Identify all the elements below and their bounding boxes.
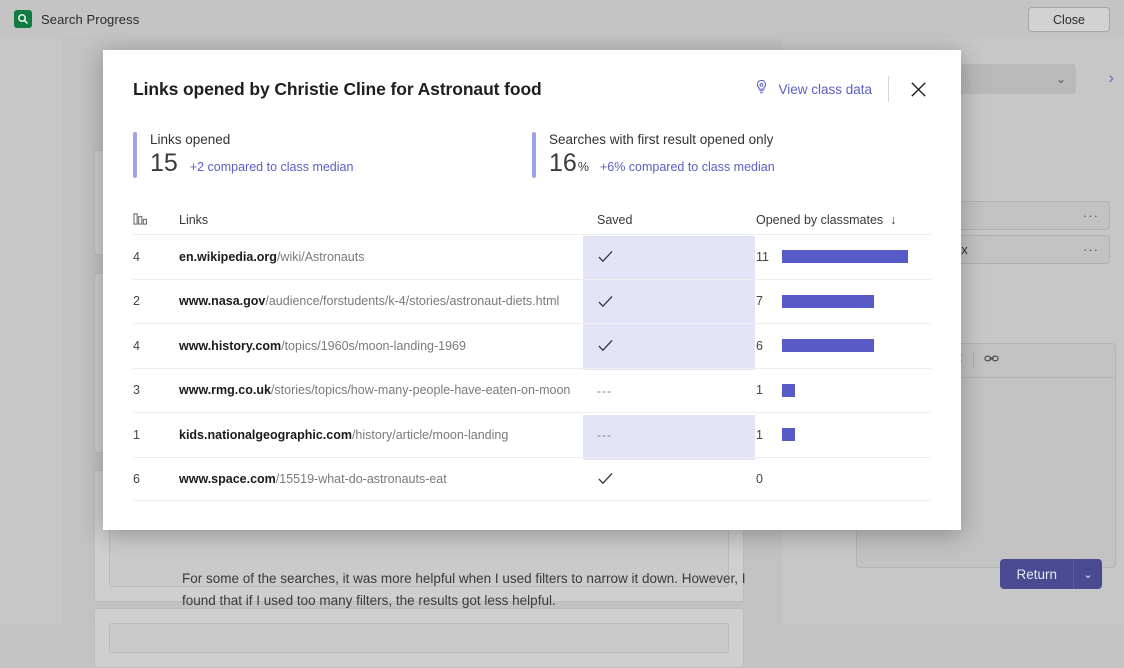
dialog-header: Links opened by Christie Cline for Astro…: [103, 50, 961, 102]
cell-link-url[interactable]: www.history.com/topics/1960s/moon-landin…: [179, 339, 584, 353]
cell-opened-by-classmates: 1: [756, 428, 931, 442]
opened-count-bar: [782, 339, 874, 352]
opened-count-value: 1: [756, 428, 782, 442]
cell-saved-empty: ---: [597, 384, 612, 398]
table-body: 4en.wikipedia.org/wiki/Astronauts112www.…: [133, 234, 931, 501]
checkmark-icon: [597, 294, 614, 309]
next-student-arrow-icon[interactable]: ›: [1108, 68, 1114, 88]
stat-value: 16: [549, 149, 577, 178]
table-row[interactable]: 4en.wikipedia.org/wiki/Astronauts 11: [133, 234, 931, 279]
cell-opened-by-classmates: 7: [756, 294, 931, 308]
cell-link-url[interactable]: en.wikipedia.org/wiki/Astronauts: [179, 250, 584, 264]
table-row[interactable]: 2www.nasa.gov/audience/forstudents/k-4/s…: [133, 279, 931, 324]
stat-value-line: 15 +2 compared to class median: [150, 149, 353, 178]
view-class-data-label: View class data: [778, 82, 872, 97]
stat-delta: +6% compared to class median: [600, 160, 775, 174]
opened-count-value: 1: [756, 383, 782, 397]
stat-first-result-only: Searches with first result opened only 1…: [532, 132, 931, 178]
opened-count-bar: [782, 384, 795, 397]
table-header-row: Links Saved Opened by classmates ↓: [133, 206, 931, 234]
column-header-open-count[interactable]: [133, 212, 179, 228]
cell-saved: [584, 249, 756, 264]
stat-value-line: 16 % +6% compared to class median: [549, 149, 775, 178]
table-row[interactable]: 4www.history.com/topics/1960s/moon-landi…: [133, 323, 931, 368]
stat-unit: %: [578, 160, 589, 174]
background-card-inner: [109, 623, 729, 653]
cell-opened-by-classmates: 0: [756, 472, 931, 486]
stat-body: Searches with first result opened only 1…: [536, 132, 775, 178]
column-header-opened-label: Opened by classmates: [756, 213, 883, 227]
table-row[interactable]: 6www.space.com/15519-what-do-astronauts-…: [133, 457, 931, 502]
stat-links-opened: Links opened 15 +2 compared to class med…: [133, 132, 532, 178]
sort-descending-icon: ↓: [890, 213, 896, 227]
cell-saved-empty: ---: [597, 428, 612, 442]
cell-link-url[interactable]: www.nasa.gov/audience/forstudents/k-4/st…: [179, 294, 584, 308]
opened-count-value: 11: [756, 250, 782, 264]
column-header-opened[interactable]: Opened by classmates ↓: [756, 213, 931, 227]
lightbulb-insights-icon: [754, 79, 769, 99]
stat-value: 15: [150, 149, 178, 178]
stat-label: Links opened: [150, 132, 353, 147]
opened-count-value: 7: [756, 294, 782, 308]
cell-saved: [584, 338, 756, 353]
window-title: Search Progress: [41, 12, 139, 27]
titlebar-left: Search Progress: [14, 10, 139, 28]
checkmark-icon: [597, 338, 614, 353]
summary-stats: Links opened 15 +2 compared to class med…: [133, 132, 931, 178]
column-header-saved[interactable]: Saved: [584, 213, 756, 227]
return-button-label: Return: [1000, 559, 1074, 589]
cell-saved: ---: [584, 383, 756, 398]
more-options-icon[interactable]: ···: [1083, 242, 1099, 257]
more-options-icon[interactable]: ···: [1083, 208, 1099, 223]
cell-opened-by-classmates: 6: [756, 339, 931, 353]
checkmark-icon: [597, 471, 614, 486]
stat-body: Links opened 15 +2 compared to class med…: [137, 132, 353, 178]
column-header-links[interactable]: Links: [179, 213, 584, 227]
window-titlebar: Search Progress Close: [0, 0, 1124, 38]
background-card: [94, 608, 744, 668]
cell-open-count: 6: [133, 472, 179, 486]
link-icon[interactable]: [983, 351, 1000, 371]
dialog-title: Links opened by Christie Cline for Astro…: [133, 79, 542, 100]
stat-delta: +2 compared to class median: [190, 160, 354, 174]
cell-opened-by-classmates: 11: [756, 250, 931, 264]
cell-open-count: 4: [133, 250, 179, 264]
toolbar-divider: [973, 352, 974, 369]
cell-link-url[interactable]: www.space.com/15519-what-do-astronauts-e…: [179, 472, 584, 486]
header-divider: [888, 76, 889, 102]
return-button[interactable]: Return ⌄: [1000, 559, 1102, 589]
cell-open-count: 1: [133, 428, 179, 442]
search-icon: [14, 10, 32, 28]
student-reflection-text: For some of the searches, it was more he…: [182, 568, 782, 612]
stat-label: Searches with first result opened only: [549, 132, 775, 147]
cell-link-url[interactable]: kids.nationalgeographic.com/history/arti…: [179, 428, 584, 442]
cell-link-url[interactable]: www.rmg.co.uk/stories/topics/how-many-pe…: [179, 383, 584, 397]
bar-chart-icon: [133, 212, 148, 228]
chevron-down-icon: ⌄: [1056, 72, 1066, 86]
cell-opened-by-classmates: 1: [756, 383, 931, 397]
opened-count-bar: [782, 250, 908, 263]
opened-count-value: 6: [756, 339, 782, 353]
cell-open-count: 3: [133, 383, 179, 397]
opened-count-bar: [782, 428, 795, 441]
links-table: Links Saved Opened by classmates ↓ 4en.w…: [133, 206, 931, 501]
cell-saved: [584, 471, 756, 486]
table-row[interactable]: 3www.rmg.co.uk/stories/topics/how-many-p…: [133, 368, 931, 413]
chevron-down-icon[interactable]: ⌄: [1074, 559, 1102, 589]
cell-open-count: 2: [133, 294, 179, 308]
table-row[interactable]: 1kids.nationalgeographic.com/history/art…: [133, 412, 931, 457]
close-button[interactable]: Close: [1028, 7, 1110, 32]
opened-count-value: 0: [756, 472, 782, 486]
cell-saved: ---: [584, 427, 756, 442]
cell-saved: [584, 294, 756, 309]
cell-open-count: 4: [133, 339, 179, 353]
checkmark-icon: [597, 249, 614, 264]
links-opened-dialog: Links opened by Christie Cline for Astro…: [103, 50, 961, 530]
view-class-data-button[interactable]: View class data: [754, 79, 872, 99]
close-icon[interactable]: [905, 76, 931, 102]
dialog-header-actions: View class data: [754, 76, 931, 102]
opened-count-bar: [782, 295, 874, 308]
